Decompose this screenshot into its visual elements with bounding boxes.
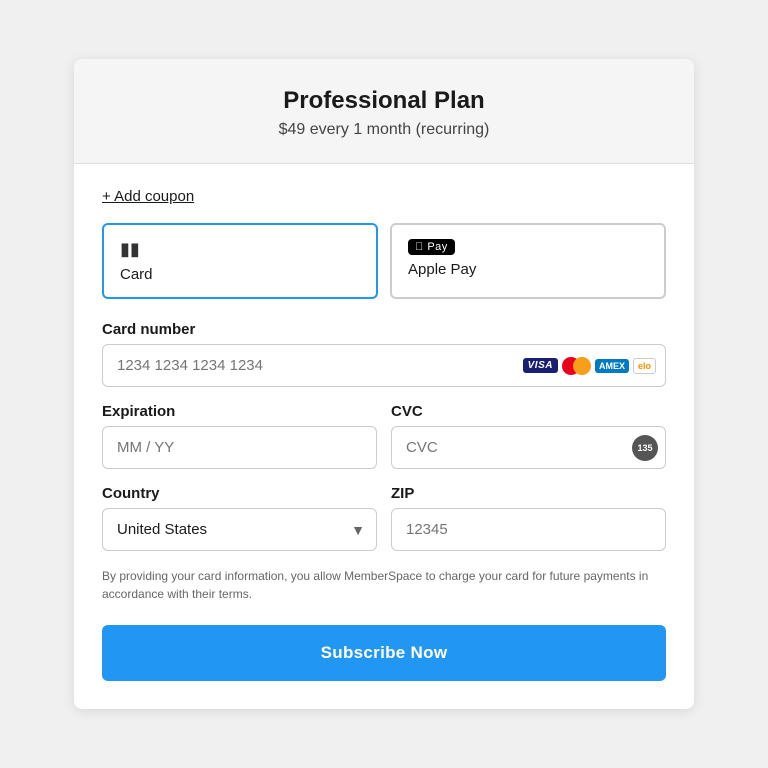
card-method-label: Card (120, 266, 153, 283)
visa-logo: VISA (523, 358, 558, 373)
cvc-group: CVC 135 (391, 403, 666, 469)
subscribe-button[interactable]: Subscribe Now (102, 625, 666, 681)
zip-group: ZIP (391, 485, 666, 551)
card-method-button[interactable]: ▮▮ Card (102, 223, 378, 299)
form-body: + Add coupon ▮▮ Card  Pay Apple Pay Car… (74, 164, 694, 709)
plan-price: $49 every 1 month (recurring) (98, 121, 670, 139)
expiration-input[interactable] (102, 426, 377, 469)
cvc-input[interactable] (391, 426, 666, 469)
zip-label: ZIP (391, 485, 666, 502)
card-logos: VISA AMEX elo (523, 357, 656, 375)
cvc-wrapper: 135 (391, 426, 666, 469)
elo-logo: elo (633, 358, 656, 374)
apple-pay-header:  Pay (408, 239, 455, 255)
mastercard-logo (562, 357, 591, 375)
payment-container: Professional Plan $49 every 1 month (rec… (74, 59, 694, 709)
apple-pay-label: Apple Pay (408, 261, 476, 278)
expiration-label: Expiration (102, 403, 377, 420)
country-select-wrapper: United States Canada United Kingdom Aust… (102, 508, 377, 551)
plan-title: Professional Plan (98, 87, 670, 115)
apple-pay-method-button[interactable]:  Pay Apple Pay (390, 223, 666, 299)
expiration-group: Expiration (102, 403, 377, 469)
cvc-label: CVC (391, 403, 666, 420)
amex-logo: AMEX (595, 359, 629, 373)
add-coupon-link[interactable]: + Add coupon (102, 188, 194, 205)
expiration-cvc-row: Expiration CVC 135 (102, 403, 666, 469)
card-number-wrapper: VISA AMEX elo (102, 344, 666, 387)
country-zip-row: Country United States Canada United King… (102, 485, 666, 551)
plan-header: Professional Plan $49 every 1 month (rec… (74, 59, 694, 164)
apple-pay-badge:  Pay (408, 239, 455, 255)
country-select[interactable]: United States Canada United Kingdom Aust… (102, 508, 377, 551)
country-group: Country United States Canada United King… (102, 485, 377, 551)
card-number-label: Card number (102, 321, 666, 338)
cvc-badge-icon: 135 (632, 435, 658, 461)
payment-methods: ▮▮ Card  Pay Apple Pay (102, 223, 666, 299)
zip-input[interactable] (391, 508, 666, 551)
disclaimer-text: By providing your card information, you … (102, 567, 666, 603)
card-number-group: Card number VISA AMEX elo (102, 321, 666, 387)
country-label: Country (102, 485, 377, 502)
card-icon: ▮▮ (120, 239, 140, 260)
